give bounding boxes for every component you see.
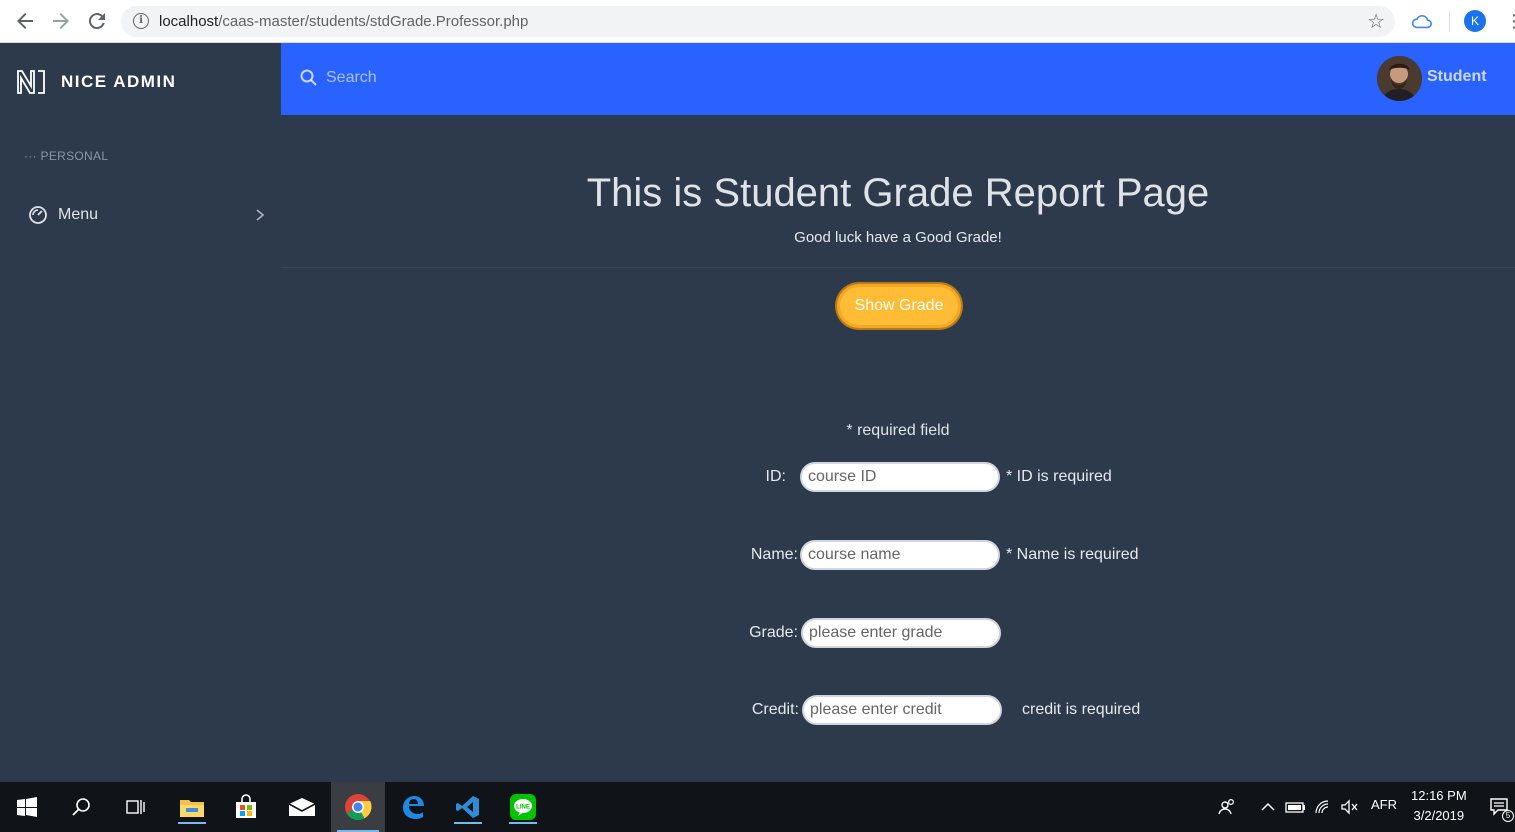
divider	[281, 267, 1515, 268]
chevron-right-icon	[256, 209, 265, 221]
taskbar-running-indicator	[509, 822, 537, 824]
language-indicator[interactable]: AFR	[1371, 797, 1397, 812]
show-grade-button[interactable]: Show Grade	[837, 284, 961, 328]
url-text[interactable]: localhost/caas-master/students/stdGrade.…	[159, 13, 528, 30]
course-id-input[interactable]	[800, 462, 1000, 492]
notifications-icon[interactable]: 5	[1486, 790, 1514, 824]
forward-arrow-icon[interactable]	[49, 9, 73, 33]
svg-text:LINE: LINE	[516, 805, 530, 811]
taskbar-running-indicator	[178, 822, 206, 824]
brand-logo-icon	[17, 70, 45, 94]
vscode-icon[interactable]	[448, 790, 488, 824]
store-icon[interactable]	[229, 790, 263, 824]
dashboard-icon	[29, 206, 47, 224]
toolbar-divider	[1449, 12, 1450, 32]
windows-start-icon[interactable]	[10, 790, 44, 824]
mail-icon[interactable]	[285, 790, 319, 824]
page-subtitle: Good luck have a Good Grade!	[794, 229, 1002, 246]
brand-name: NICE ADMIN	[61, 72, 177, 91]
credit-label: Credit:	[751, 701, 799, 718]
battery-icon[interactable]	[1282, 790, 1310, 824]
sidebar-section-personal: ··· PERSONAL	[24, 149, 109, 163]
sidebar-item-menu[interactable]: Menu	[28, 203, 273, 227]
id-label: ID:	[765, 468, 786, 485]
sidebar: NICE ADMIN ··· PERSONAL Menu	[0, 43, 281, 782]
volume-muted-icon[interactable]	[1336, 790, 1364, 824]
name-error: * Name is required	[1006, 546, 1139, 563]
taskbar: LINE AFR 12:16 PM 3/2/2019 5	[0, 782, 1515, 832]
line-app-icon[interactable]: LINE	[503, 790, 543, 824]
page-title: This is Student Grade Report Page	[586, 171, 1210, 215]
reload-icon[interactable]	[85, 9, 109, 33]
browser-toolbar: i localhost/caas-master/students/stdGrad…	[0, 0, 1515, 43]
user-name[interactable]: Student	[1427, 68, 1487, 86]
brand[interactable]: NICE ADMIN	[16, 67, 176, 97]
wifi-icon[interactable]	[1310, 790, 1338, 824]
avatar[interactable]	[1377, 56, 1422, 101]
edge-icon[interactable]	[396, 790, 430, 824]
credit-input[interactable]	[802, 695, 1002, 725]
main-content: This is Student Grade Report Page Good l…	[281, 115, 1515, 782]
cloud-extension-icon[interactable]	[1411, 11, 1433, 31]
clock-date: 3/2/2019	[1413, 808, 1465, 823]
address-bar[interactable]: i localhost/caas-master/students/stdGrad…	[121, 6, 1395, 37]
grade-input[interactable]	[801, 618, 1001, 648]
search-icon[interactable]	[300, 69, 318, 87]
bookmark-star-icon[interactable]: ☆	[1367, 9, 1385, 34]
clock-time: 12:16 PM	[1411, 788, 1467, 803]
chrome-icon[interactable]	[331, 782, 385, 832]
topbar: Student	[281, 43, 1515, 115]
chevron-up-icon[interactable]	[1256, 790, 1280, 824]
notification-count-badge: 5	[1502, 810, 1514, 822]
file-explorer-icon[interactable]	[172, 790, 212, 824]
clock[interactable]: 12:16 PM 3/2/2019	[1411, 786, 1467, 826]
course-name-input[interactable]	[800, 540, 1000, 570]
sidebar-item-label: Menu	[58, 206, 99, 223]
search-input[interactable]	[326, 63, 626, 93]
site-info-icon[interactable]: i	[133, 13, 149, 29]
profile-avatar[interactable]: K	[1464, 10, 1486, 32]
credit-error: credit is required	[1022, 701, 1141, 718]
people-icon[interactable]	[1212, 790, 1242, 824]
taskbar-running-indicator	[454, 822, 482, 824]
required-field-note: * required field	[846, 422, 950, 439]
task-view-icon[interactable]	[118, 790, 152, 824]
search-icon[interactable]	[64, 790, 98, 824]
grade-label: Grade:	[749, 624, 798, 641]
more-menu-icon[interactable]: ⋮	[1505, 10, 1515, 32]
back-arrow-icon[interactable]	[13, 9, 37, 33]
id-error: * ID is required	[1006, 468, 1112, 485]
name-label: Name:	[750, 546, 798, 563]
